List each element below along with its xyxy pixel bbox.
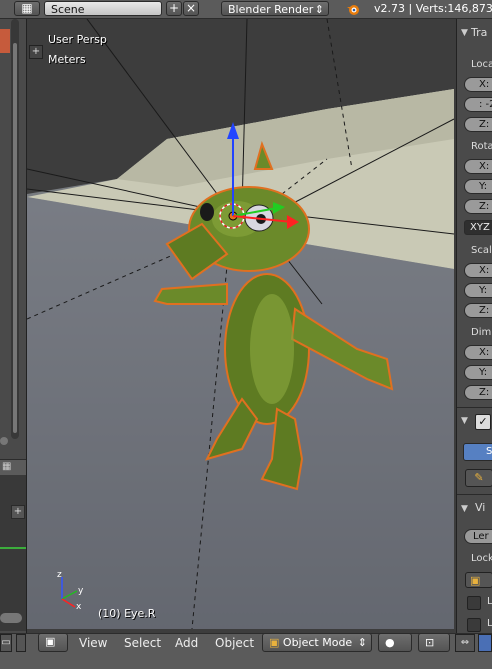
location-z-field[interactable]: Z:: [464, 117, 492, 132]
scale-z-field[interactable]: Z:: [464, 303, 492, 318]
dimensions-y-field[interactable]: Y:: [464, 365, 492, 380]
active-object-label: (10) Eye.R: [98, 607, 156, 620]
cube-icon[interactable]: ▣: [465, 572, 492, 588]
lock-item-1-label: L: [487, 596, 492, 607]
scene-selector[interactable]: Scene: [44, 1, 162, 16]
menu-add[interactable]: Add: [175, 636, 198, 650]
lock-checkbox-1[interactable]: [467, 596, 481, 610]
scrollbar-thumb[interactable]: [13, 43, 17, 433]
dimensions-z-field[interactable]: Z:: [464, 385, 492, 400]
blender-logo-icon: [346, 2, 360, 16]
info-header: ▦ Scene + × Blender Render ⇕ v2.73 | Ver…: [0, 0, 492, 19]
grease-pencil-checkbox[interactable]: ✓: [475, 414, 491, 430]
menu-view[interactable]: View: [79, 636, 107, 650]
collapse-arrow-icon[interactable]: ▼: [461, 504, 468, 514]
rotation-y-field[interactable]: Y:: [464, 179, 492, 194]
viewport-scene[interactable]: z y x: [27, 19, 454, 629]
cube-icon: ▣: [45, 635, 56, 648]
shading-solid-icon: ●: [385, 636, 395, 649]
toolshelf-toggle-icon[interactable]: +: [29, 45, 43, 59]
left-tool-region: ▦ +: [0, 19, 27, 633]
delete-scene-icon[interactable]: ×: [183, 1, 199, 16]
editor-type-icon[interactable]: ▭: [0, 634, 12, 652]
editor-type-dropdown[interactable]: ▣: [38, 633, 68, 652]
grid-icon[interactable]: ▦: [2, 461, 11, 472]
scene-stats: v2.73 | Verts:146,873: [374, 2, 492, 15]
render-engine-label: Blender Render: [228, 3, 314, 16]
dimensions-x-field[interactable]: X:: [464, 345, 492, 360]
timeline-scroll[interactable]: [0, 613, 22, 623]
units-label: Meters: [48, 53, 86, 66]
timeline-editor-icon[interactable]: [16, 634, 26, 652]
mode-label: Object Mode: [282, 636, 353, 649]
add-region-icon[interactable]: +: [11, 505, 25, 519]
view-name-label: User Persp: [48, 33, 107, 46]
svg-text:x: x: [76, 602, 82, 612]
translate-manipulator-icon[interactable]: [478, 634, 492, 652]
chevron-updown-icon: ⇕: [357, 636, 367, 649]
viewport-shading-dropdown[interactable]: ●: [378, 633, 412, 652]
pivot-point-dropdown[interactable]: ⊡: [418, 633, 450, 652]
rotation-z-field[interactable]: Z:: [464, 199, 492, 214]
pivot-icon: ⊡: [425, 636, 435, 649]
manipulator-icon[interactable]: ⇔: [455, 634, 475, 652]
location-y-field[interactable]: : -2: [464, 97, 492, 112]
divider: [457, 407, 492, 408]
lock-checkbox-2[interactable]: [467, 618, 481, 632]
viewport-header: ▭ ▣ View Select Add Object ▣ Object Mode…: [0, 633, 492, 669]
dimensions-label: Dim: [471, 327, 492, 338]
scene-name: Scene: [51, 3, 85, 16]
rotation-x-field[interactable]: X:: [464, 159, 492, 174]
scale-label: Scal: [471, 245, 492, 256]
timeline-header: ▦: [0, 459, 26, 476]
rotation-label: Rota: [471, 141, 492, 152]
mode-dropdown[interactable]: ▣ Object Mode ⇕: [262, 633, 372, 652]
lens-field[interactable]: Ler: [464, 529, 492, 544]
pencil-icon[interactable]: ✎: [465, 469, 492, 487]
object-mode-icon: ▣: [269, 636, 280, 649]
scale-y-field[interactable]: Y:: [464, 283, 492, 298]
menu-object[interactable]: Object: [215, 636, 254, 650]
lock-label: Lock: [471, 553, 492, 564]
properties-panel: ▼ Tra Loca X: : -2 Z: Rota X: Y: Z: XYZ …: [456, 19, 492, 633]
current-frame-line: [0, 547, 26, 549]
screen-layout-icon[interactable]: ▦: [14, 1, 40, 16]
3d-viewport[interactable]: z y x User Persp Meters (10) Eye.R +: [27, 19, 454, 629]
location-x-field[interactable]: X:: [464, 77, 492, 92]
transform-header[interactable]: Tra: [471, 26, 487, 39]
menu-select[interactable]: Select: [124, 636, 161, 650]
region-toggle[interactable]: [0, 437, 8, 445]
scene-source-button[interactable]: Sc: [463, 443, 492, 461]
view-section-header[interactable]: Vi: [475, 501, 485, 514]
lock-item-2-label: L: [487, 618, 492, 629]
tool-tab-active[interactable]: [0, 29, 10, 53]
divider: [457, 494, 492, 495]
chevron-updown-icon: ⇕: [314, 3, 324, 16]
rotation-mode-dropdown[interactable]: XYZ: [464, 220, 492, 235]
svg-text:y: y: [78, 586, 84, 596]
collapse-arrow-icon[interactable]: ▼: [461, 416, 468, 426]
scale-x-field[interactable]: X:: [464, 263, 492, 278]
svg-text:z: z: [57, 570, 62, 580]
timeline-area: +: [0, 475, 26, 631]
render-engine-dropdown[interactable]: Blender Render ⇕: [221, 1, 329, 16]
add-scene-icon[interactable]: +: [166, 1, 182, 16]
location-label: Loca: [471, 59, 492, 70]
collapse-arrow-icon[interactable]: ▼: [461, 28, 468, 38]
